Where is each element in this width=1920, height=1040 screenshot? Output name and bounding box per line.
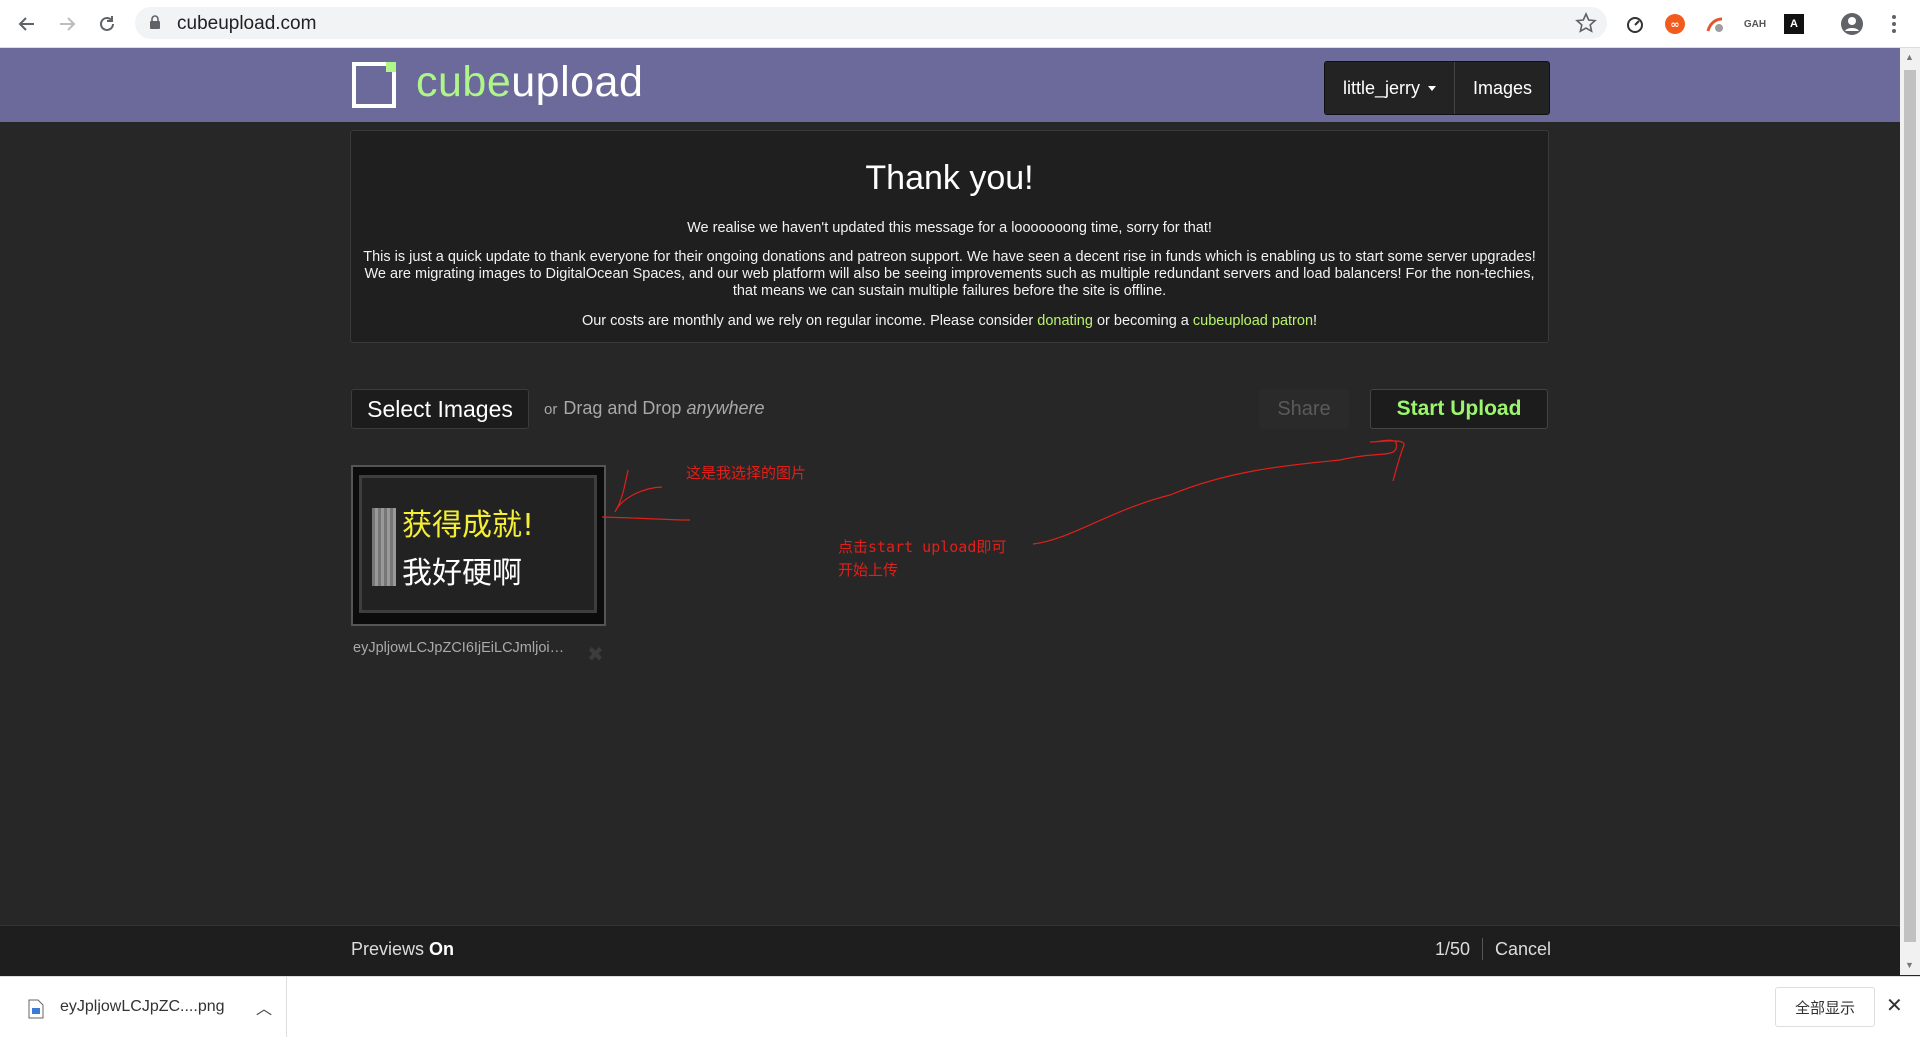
download-shelf: eyJpljowLCJpZC....png ︿ 全部显示 ✕ bbox=[0, 976, 1920, 1040]
annotation-note-2: 点击start upload即可 开始上传 bbox=[838, 538, 1007, 579]
download-filename: eyJpljowLCJpZC....png bbox=[60, 998, 225, 1015]
download-item[interactable]: eyJpljowLCJpZC....png ︿ bbox=[14, 977, 287, 1037]
annotation-strokes bbox=[601, 439, 1405, 545]
scroll-up-icon[interactable]: ▲ bbox=[1905, 52, 1914, 62]
footer-divider bbox=[1482, 938, 1483, 960]
page-scrollbar[interactable]: ▲ ▼ bbox=[1900, 48, 1920, 975]
chevron-up-icon[interactable]: ︿ bbox=[256, 995, 272, 1019]
cancel-button[interactable]: Cancel bbox=[1495, 939, 1551, 960]
scroll-down-icon[interactable]: ▼ bbox=[1905, 960, 1914, 970]
scrollbar-thumb[interactable] bbox=[1904, 70, 1916, 942]
upload-footer: Previews On 1/50 Cancel bbox=[0, 925, 1900, 976]
file-icon bbox=[28, 999, 44, 1024]
annotation-note-1: 这是我选择的图片 bbox=[686, 464, 807, 482]
upload-count: 1/50 bbox=[1435, 939, 1471, 959]
close-icon[interactable]: ✕ bbox=[1886, 993, 1903, 1018]
show-all-button[interactable]: 全部显示 bbox=[1775, 987, 1875, 1027]
previews-toggle[interactable]: Previews On bbox=[351, 939, 454, 960]
